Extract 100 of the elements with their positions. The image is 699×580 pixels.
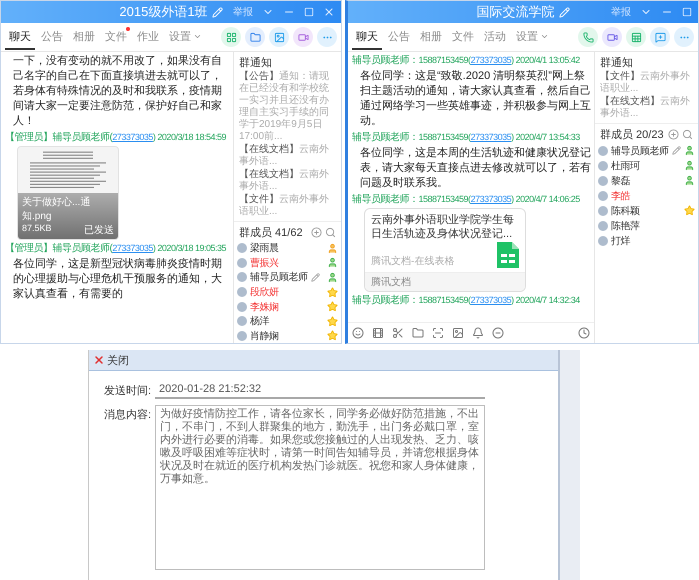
clock-button[interactable]	[578, 327, 590, 339]
notice-item[interactable]: 【在线文档】云南外事外语...	[239, 144, 336, 168]
notice-item[interactable]: 【在线文档】云南外事外语...	[600, 96, 693, 120]
message-content-field[interactable]: 为做好疫情防控工作，请各位家长，同学务必做好防范措施，不出门，不串门，不到人群聚集的地方，勤洗手，出门务必戴口罩，室内外进行必要的消毒。如果您或您接触过的人出现发热、乏力、咳嗽及呼吸困难等症状时，请第一时间告知辅导员，并请您根据身体状况及时在就近的医疗机构发热门诊就医。祝您和家人身体健康，万事如意。	[155, 405, 485, 570]
tab[interactable]: 相册	[416, 24, 446, 50]
tab[interactable]: 设置	[165, 24, 206, 50]
member-name[interactable]: 辅导员顾老师	[250, 270, 308, 284]
avatar	[237, 243, 247, 254]
member-name[interactable]: 杜雨珂	[611, 158, 640, 172]
apps-button[interactable]	[221, 27, 241, 47]
notice-item[interactable]: 【在线文档】云南外事外语...	[239, 169, 336, 193]
video-call-button[interactable]	[602, 27, 622, 47]
message-text: 一下，没有变动的就不用改了，如果没有自己名字的自己在下面直接填进去就可以了，若身体有特殊情况的及时和我联系，疫情期间请大家一定要注意防范，保护好自己和家人！	[12, 54, 223, 129]
edit-icon[interactable]	[310, 272, 320, 282]
caret-icon	[540, 32, 549, 41]
notice-item[interactable]: 【文件】云南外事外语职业...	[239, 194, 336, 218]
file-size: 87.5KB	[22, 223, 52, 235]
file-name: 关于做好心...通知.png	[22, 196, 92, 223]
star-icon	[327, 301, 338, 312]
avatar	[237, 258, 247, 268]
shared-doc-card[interactable]: 云南外事外语职业学院学生每日生活轨迹及身体状况登记... 腾讯文档-在线表格 腾讯文档	[364, 208, 526, 292]
member-name[interactable]: 辅导员顾老师	[611, 144, 669, 158]
folder-button[interactable]	[412, 327, 424, 339]
spreadsheet-icon	[497, 242, 519, 268]
qq-link[interactable]: 273373035	[470, 295, 512, 305]
avatar	[237, 302, 247, 312]
member-name[interactable]: 段欣妍	[250, 285, 279, 300]
clock-icon	[578, 327, 590, 339]
tab[interactable]: 文件	[448, 24, 478, 50]
member-name[interactable]: 曹振兴	[250, 256, 279, 270]
close-button[interactable]: 关闭	[91, 352, 131, 368]
close-icon[interactable]	[323, 6, 335, 18]
tab[interactable]: 聊天	[352, 24, 382, 50]
image-button[interactable]	[452, 327, 464, 339]
add-icon[interactable]	[668, 129, 679, 140]
report-button[interactable]: 举报	[611, 5, 631, 19]
member-name[interactable]: 黎磊	[611, 174, 630, 188]
tab[interactable]: 作业	[133, 24, 163, 50]
tab[interactable]: 聊天	[5, 24, 35, 50]
window-title: 2015级外语1班	[119, 3, 208, 21]
edit-icon[interactable]	[672, 146, 681, 155]
field-label: 发送时间:	[102, 384, 151, 399]
tab[interactable]: 公告	[384, 24, 414, 50]
member-name[interactable]: 肖静娴	[250, 328, 279, 343]
scissors-button[interactable]	[392, 327, 404, 339]
send-status: 已发送	[84, 224, 114, 237]
image-attachment[interactable]: 关于做好心...通知.png 87.5KB 已发送	[17, 146, 119, 240]
gif-button[interactable]	[372, 327, 384, 339]
message-button[interactable]	[650, 27, 670, 47]
star-icon	[327, 316, 338, 327]
message-text: 各位同学，这是本周的生活轨迹和健康状况登记表，请大家每天直接点进去修改就可以了，若有问题及时联系我。	[359, 146, 592, 191]
qq-link[interactable]: 273373035	[470, 55, 512, 65]
owner-icon	[327, 242, 338, 254]
member-name[interactable]: 打烊	[611, 234, 630, 248]
maximize-icon[interactable]	[682, 7, 692, 17]
admin-icon	[327, 257, 338, 268]
qq-link[interactable]: 273373035	[470, 194, 512, 204]
member-name[interactable]: 李皓	[611, 188, 630, 202]
avatar	[237, 287, 247, 298]
doc-button[interactable]	[626, 27, 646, 47]
more-button[interactable]	[674, 27, 694, 47]
member-name[interactable]: 陈艳萍	[611, 218, 640, 232]
notice-item[interactable]: 【文件】云南外事外语职业...	[600, 71, 693, 95]
send-time-field[interactable]: 2020-01-28 21:52:32	[155, 381, 485, 399]
maximize-icon[interactable]	[304, 7, 314, 17]
doc-type: 腾讯文档-在线表格	[371, 254, 454, 268]
section-title: 群通知	[600, 56, 634, 70]
message-sender: 【管理员】辅导员顾老师(273373035) 2020/3/18 18:54:59	[5, 131, 227, 144]
tab[interactable]: 设置	[512, 24, 553, 50]
bell-button[interactable]	[472, 327, 484, 339]
message-text: 各位同学：这是“致敬.2020 清明祭英烈”网上祭扫主题活动的通知，请大家认真查看，然后自己通过网络学习一些英雄事迹，并积极参与网上互动。	[359, 69, 592, 129]
tab[interactable]: 公告	[37, 24, 67, 50]
member-name[interactable]: 李姝娴	[250, 300, 279, 314]
member-name[interactable]: 梁雨晨	[250, 241, 279, 256]
video-button[interactable]	[293, 27, 313, 47]
tab[interactable]: 相册	[69, 24, 99, 50]
report-button[interactable]: 举报	[233, 5, 253, 19]
minus-circle-button[interactable]	[492, 327, 504, 339]
smile-button[interactable]	[352, 327, 364, 339]
tab[interactable]: 文件	[101, 24, 131, 50]
qq-link[interactable]: 273373035	[112, 243, 153, 253]
add-icon[interactable]	[311, 227, 322, 238]
search-icon[interactable]	[682, 129, 693, 140]
member-name[interactable]: 陈科颖	[611, 204, 640, 218]
message-sender: 辅导员顾老师：15887153459(273373035) 2020/4/7 14:06:25	[352, 193, 581, 206]
message-text: 各位同学，这是新型冠状病毒肺炎疫情时期的心理援助与心理危机干预服务的通知，大家认真查看，有需要的	[12, 257, 223, 302]
qq-link[interactable]: 273373035	[470, 132, 512, 142]
search-icon[interactable]	[325, 227, 336, 238]
member-name[interactable]: 杨洋	[250, 314, 270, 328]
qq-link[interactable]: 273373035	[112, 132, 153, 142]
minus-circle-icon	[492, 327, 504, 339]
folder-button[interactable]	[245, 27, 265, 47]
image-button[interactable]	[269, 27, 289, 47]
notice-item[interactable]: 【公告】通知：请现在已经没有和学校统一实习并且还没有办理自主实习手续的同学于2019年9月5日17:00前...	[239, 71, 336, 143]
screenshot-button[interactable]	[432, 327, 444, 339]
tab[interactable]: 活动	[480, 24, 510, 50]
field-label: 消息内容:	[102, 408, 151, 423]
gif-icon	[372, 327, 384, 339]
call-button[interactable]	[578, 27, 598, 47]
star-icon	[327, 286, 338, 298]
